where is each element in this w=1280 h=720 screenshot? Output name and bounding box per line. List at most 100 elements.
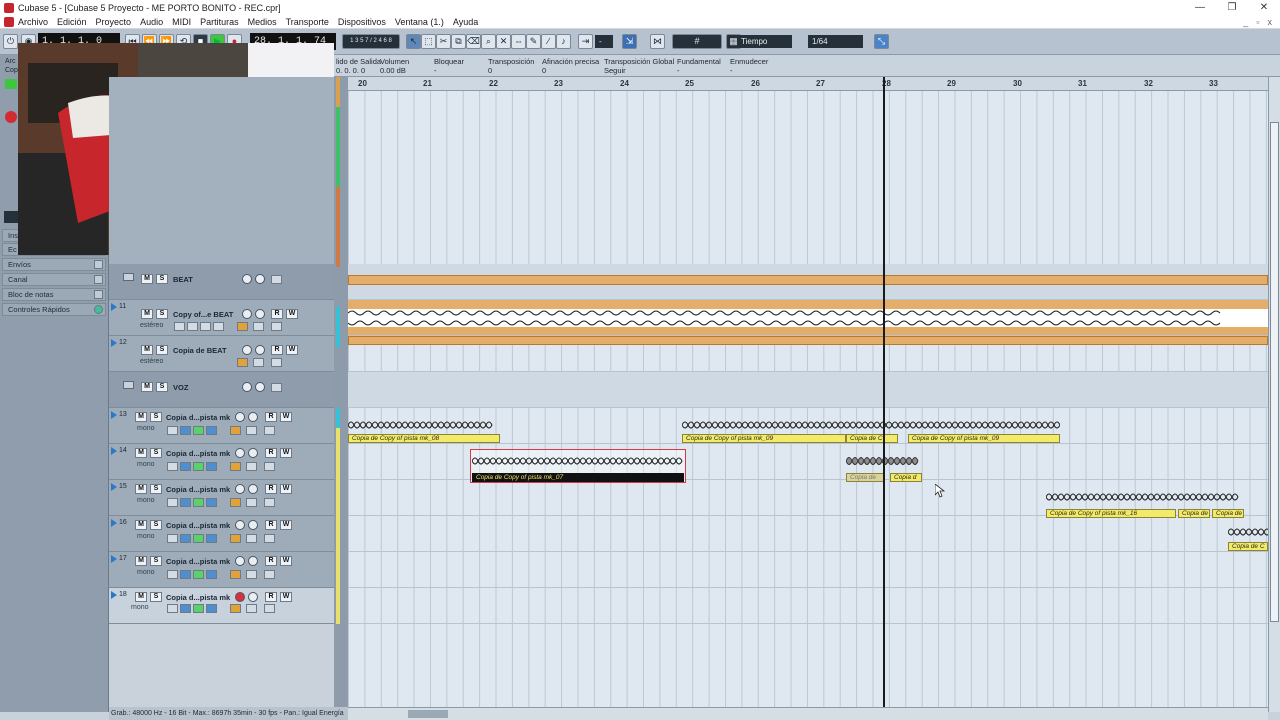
track-folder-voz[interactable]: M S VOZ: [109, 372, 334, 408]
read-automation-button[interactable]: R: [265, 520, 277, 530]
solo-button[interactable]: S: [156, 309, 168, 319]
solo-button[interactable]: S: [150, 484, 162, 494]
solo-button[interactable]: S: [156, 382, 168, 392]
send-bypass-icon[interactable]: [206, 534, 217, 543]
lane-track-18[interactable]: [348, 588, 1268, 624]
write-automation-button[interactable]: W: [280, 556, 292, 566]
edit-channel-icon[interactable]: [174, 322, 185, 331]
line-tool-icon[interactable]: ∕: [541, 34, 556, 49]
info-value-transposicion-global[interactable]: Seguir: [604, 66, 674, 75]
lane-icon[interactable]: [246, 462, 257, 471]
cursor-snap-icon[interactable]: ⤡: [874, 34, 889, 49]
mute-button[interactable]: M: [135, 520, 147, 530]
event-label-copia-c[interactable]: Copia de C: [846, 434, 898, 443]
timeline-ruler[interactable]: 20 21 22 23 24 25 26 27 28 29 30 31 32 3…: [348, 77, 1268, 91]
inspector-section-canal[interactable]: Canal: [2, 273, 106, 286]
info-value-enmudecer[interactable]: -: [730, 66, 768, 75]
power-icon[interactable]: ⏻: [3, 34, 18, 49]
send-bypass-icon[interactable]: [206, 426, 217, 435]
send-bypass-icon[interactable]: [206, 604, 217, 613]
menu-edicion[interactable]: Edición: [57, 17, 87, 27]
info-value-salida[interactable]: 0. 0. 0. 0: [336, 66, 381, 75]
autoscroll-icon[interactable]: ⇥: [578, 34, 593, 49]
freeze-icon[interactable]: [264, 462, 275, 471]
send-bypass-icon[interactable]: [206, 570, 217, 579]
mute-button[interactable]: M: [141, 382, 153, 392]
write-automation-button[interactable]: W: [280, 592, 292, 602]
mute-button[interactable]: M: [135, 448, 147, 458]
mute-button[interactable]: M: [141, 309, 153, 319]
monitor-icon[interactable]: [248, 520, 258, 530]
zoom-tool-icon[interactable]: ⌕: [481, 34, 496, 49]
solo-button[interactable]: S: [150, 448, 162, 458]
insert-bypass-icon[interactable]: [180, 498, 191, 507]
menu-transporte[interactable]: Transporte: [286, 17, 329, 27]
track-name[interactable]: Copy of...e BEAT: [173, 310, 233, 319]
expand-arrow-icon[interactable]: [111, 555, 117, 563]
track-name[interactable]: Copia de BEAT: [173, 346, 227, 355]
expand-arrow-icon[interactable]: [111, 519, 117, 527]
edit-channel-icon[interactable]: [167, 604, 178, 613]
snap-toggle-icon[interactable]: ⇲: [622, 34, 637, 49]
glue-tool-icon[interactable]: ⧉: [451, 34, 466, 49]
timebase-icon[interactable]: [230, 604, 241, 613]
monitor-icon[interactable]: [255, 345, 265, 355]
track-list-empty-area[interactable]: [109, 624, 334, 712]
timebase-icon[interactable]: [230, 498, 241, 507]
menu-ayuda[interactable]: Ayuda: [453, 17, 478, 27]
event-label-mk09-b[interactable]: Copia de Copy of pista mk_09: [908, 434, 1060, 443]
record-enable-icon[interactable]: [242, 345, 252, 355]
lane-icon[interactable]: [246, 534, 257, 543]
solo-button[interactable]: S: [150, 556, 162, 566]
track-13[interactable]: 13 M S Copia d...pista mk mono R W: [109, 408, 334, 444]
maximize-button[interactable]: ❐: [1216, 2, 1248, 13]
timebase-icon[interactable]: [230, 462, 241, 471]
edit-channel-icon[interactable]: [167, 498, 178, 507]
minimize-button[interactable]: —: [1184, 2, 1216, 13]
lane-icon[interactable]: [246, 426, 257, 435]
mute-tool-icon[interactable]: ✕: [496, 34, 511, 49]
freeze-icon[interactable]: [271, 358, 282, 367]
lane-track-11[interactable]: [348, 300, 1268, 336]
inspector-record-icon[interactable]: [5, 111, 17, 123]
folder-part-beat[interactable]: [348, 275, 1268, 285]
send-bypass-icon[interactable]: [213, 322, 224, 331]
info-value-volumen[interactable]: 0.00 dB: [380, 66, 409, 75]
monitor-icon[interactable]: [248, 448, 258, 458]
timebase-icon[interactable]: [237, 358, 248, 367]
event-label-mk09-a[interactable]: Copia de Copy of pista mk_09: [682, 434, 846, 443]
cubase-menu-icon[interactable]: [4, 16, 14, 27]
read-automation-button[interactable]: R: [271, 345, 283, 355]
send-bypass-icon[interactable]: [206, 498, 217, 507]
inspector-section-envios[interactable]: Envíos: [2, 258, 106, 271]
marker-buttons[interactable]: 1 3 5 7 / 2 4 6 8: [342, 34, 400, 49]
write-automation-button[interactable]: W: [280, 484, 292, 494]
track-name[interactable]: Copia d...pista mk: [166, 557, 230, 566]
info-value-bloquear[interactable]: -: [434, 66, 464, 75]
track-17[interactable]: 17 M S Copia d...pista mk mono R W: [109, 552, 334, 588]
track-name[interactable]: Copia d...pista mk: [166, 449, 230, 458]
insert-bypass-icon[interactable]: [180, 570, 191, 579]
lane-icon[interactable]: [246, 570, 257, 579]
lock-icon[interactable]: [271, 275, 282, 284]
record-enable-icon[interactable]: [235, 412, 245, 422]
lane-track-14[interactable]: Copia de Copy of pista mk_07 Copia de Co…: [348, 444, 1268, 483]
read-automation-button[interactable]: R: [271, 309, 283, 319]
eq-bypass-icon[interactable]: [193, 534, 204, 543]
record-enable-icon[interactable]: [235, 556, 245, 566]
track-name[interactable]: Copia d...pista mk: [166, 593, 230, 602]
inspector-track-color-icon[interactable]: [5, 79, 17, 89]
insert-bypass-icon[interactable]: [187, 322, 198, 331]
write-automation-button[interactable]: W: [280, 412, 292, 422]
lane-track-12[interactable]: [348, 336, 1268, 372]
draw-tool-icon[interactable]: ✎: [526, 34, 541, 49]
eq-bypass-icon[interactable]: [193, 570, 204, 579]
write-automation-button[interactable]: W: [280, 520, 292, 530]
freeze-icon[interactable]: [264, 604, 275, 613]
track-name[interactable]: BEAT: [173, 275, 193, 284]
lane-track-17[interactable]: [348, 552, 1268, 588]
object-select-tool-icon[interactable]: ↖: [406, 34, 421, 49]
mute-button[interactable]: M: [141, 345, 153, 355]
event-label-copia-de-c-16[interactable]: Copia de C: [1228, 542, 1268, 551]
insert-bypass-icon[interactable]: [180, 462, 191, 471]
